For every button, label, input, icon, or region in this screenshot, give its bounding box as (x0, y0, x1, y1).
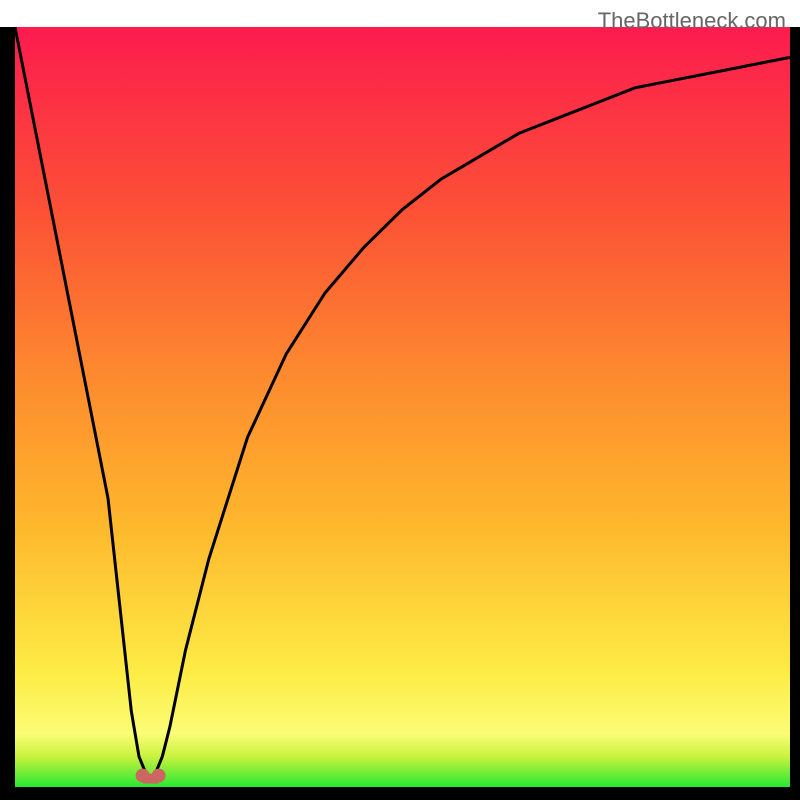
watermark-text: TheBottleneck.com (598, 8, 786, 34)
frame-right (790, 27, 800, 800)
chart-svg (0, 0, 800, 800)
frame-left (0, 27, 15, 800)
frame-bottom (0, 787, 800, 800)
plot-background (15, 27, 790, 787)
